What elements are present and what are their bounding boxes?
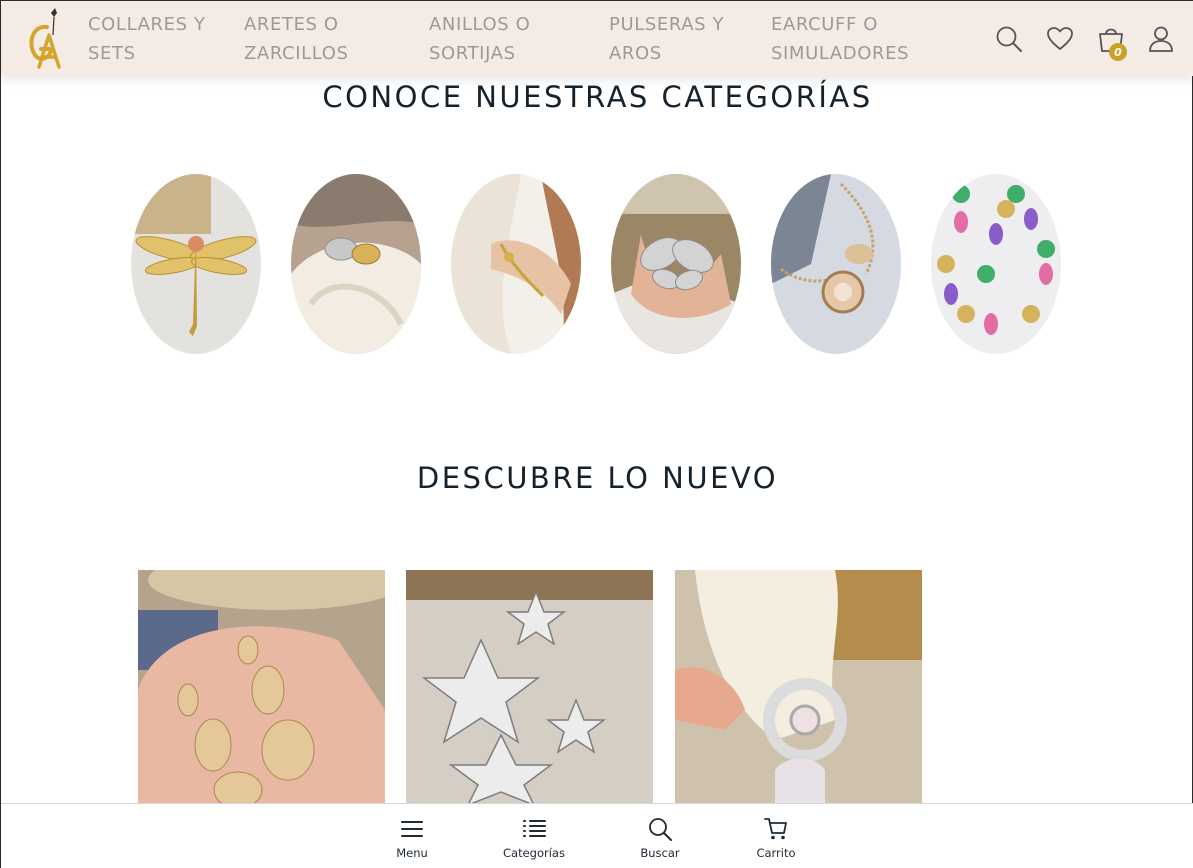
site-header: COLLARES Y SETS ARETES O ZARCILLOS ANILLOS… <box>1 0 1193 76</box>
new-products-title: DESCUBRE LO NUEVO <box>416 461 779 495</box>
nav-aretes-o-zarcillos[interactable]: ARETES O ZARCILLOS <box>244 10 349 68</box>
product-image-1[interactable] <box>138 570 385 805</box>
bottom-navigation: Menu Categorías Buscar Carrito <box>1 803 1193 868</box>
category-image-2[interactable] <box>291 174 421 354</box>
bottom-nav-buscar[interactable]: Buscar <box>620 816 700 860</box>
bottom-nav-categorias-label: Categorías <box>503 846 565 860</box>
cart-icon <box>764 818 787 840</box>
search-icon <box>649 818 672 841</box>
bottom-nav-categorias[interactable]: Categorías <box>494 816 574 860</box>
list-icon <box>523 820 546 837</box>
user-icon[interactable] <box>1147 25 1175 53</box>
bottom-nav-buscar-label: Buscar <box>640 846 680 860</box>
category-image-4[interactable] <box>611 174 741 354</box>
category-image-3[interactable] <box>451 174 581 354</box>
search-icon[interactable] <box>995 25 1023 53</box>
nav-collares-y-sets[interactable]: COLLARES Y SETS <box>88 10 206 68</box>
category-image-6[interactable] <box>931 174 1061 354</box>
cart-count-badge: 0 <box>1109 43 1127 61</box>
product-image-2[interactable] <box>406 570 653 805</box>
brand-logo[interactable] <box>21 5 65 71</box>
category-image-5[interactable] <box>771 174 901 354</box>
category-image-1[interactable] <box>131 174 261 354</box>
nav-pulseras-y-aros[interactable]: PULSERAS Y AROS <box>609 10 724 68</box>
bottom-nav-menu-label: Menu <box>396 846 428 860</box>
nav-anillos-o-sortijas[interactable]: ANILLOS O SORTIJAS <box>429 10 530 68</box>
nav-earcuff-o-simuladores[interactable]: EARCUFF O SIMULADORES <box>771 10 909 68</box>
bottom-nav-menu[interactable]: Menu <box>372 816 452 860</box>
bottom-nav-carrito[interactable]: Carrito <box>736 816 816 860</box>
menu-icon <box>401 821 423 837</box>
bottom-nav-carrito-label: Carrito <box>756 846 796 860</box>
heart-icon[interactable] <box>1046 25 1074 53</box>
product-image-3[interactable] <box>675 570 922 805</box>
categories-title: CONOCE NUESTRAS CATEGORÍAS <box>322 80 873 114</box>
